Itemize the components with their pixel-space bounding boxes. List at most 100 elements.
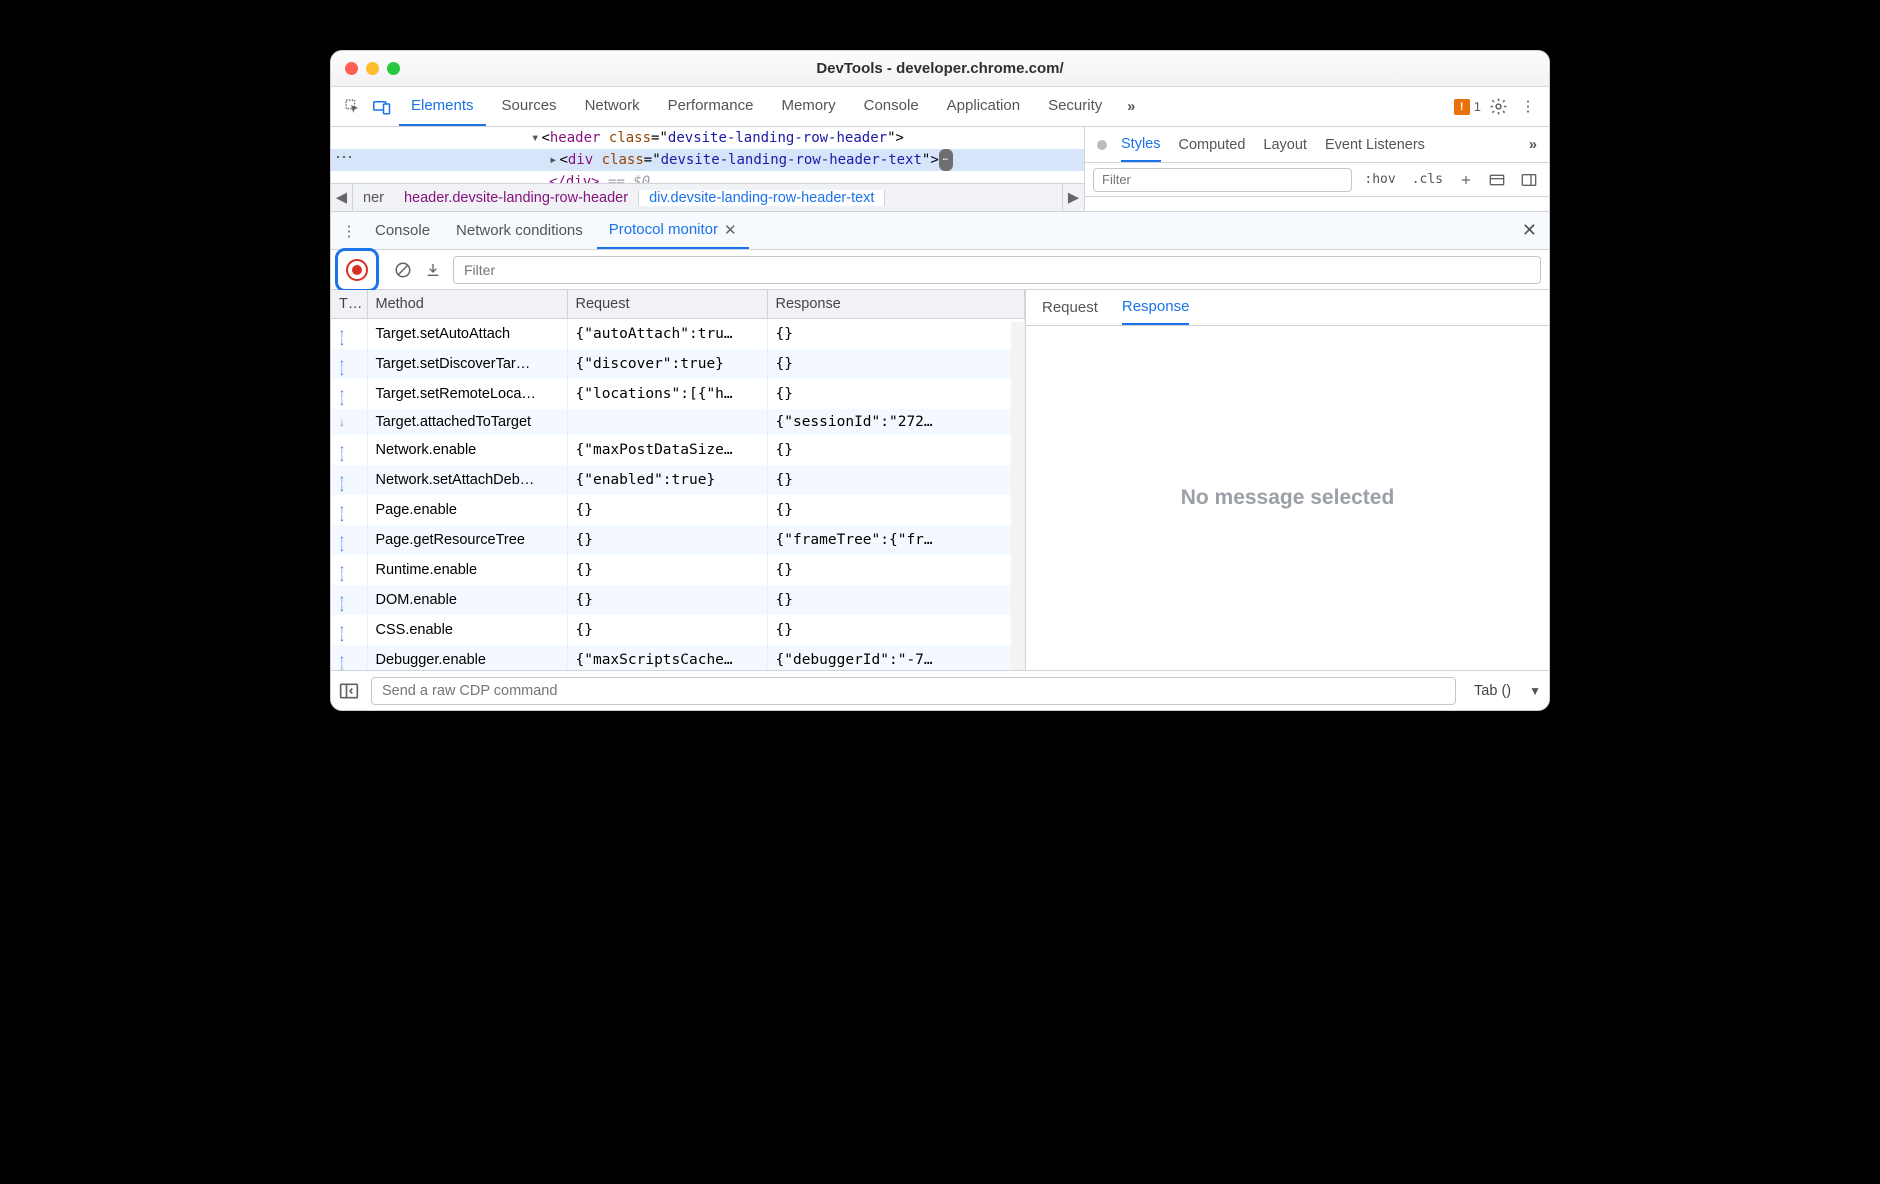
row-type: ↑↓ xyxy=(331,585,367,615)
collapse-icon[interactable]: ▾ xyxy=(531,130,539,146)
table-row[interactable]: ↑↓Debugger.enable{"maxScriptsCache…{"deb… xyxy=(331,645,1025,670)
breadcrumb-scroll-right[interactable]: ▶ xyxy=(1062,184,1084,211)
table-row[interactable]: ↑↓DOM.enable{}{} xyxy=(331,585,1025,615)
row-method: DOM.enable xyxy=(367,585,567,615)
warning-icon: ! xyxy=(1454,99,1470,115)
dom-node-selected[interactable]: ▸<div class="devsite-landing-row-header-… xyxy=(331,149,1084,171)
tab-console[interactable]: Console xyxy=(852,87,931,126)
detail-tab-request[interactable]: Request xyxy=(1042,290,1098,325)
row-method: CSS.enable xyxy=(367,615,567,645)
zoom-window-button[interactable] xyxy=(387,62,400,75)
drawer-tab-network-conditions[interactable]: Network conditions xyxy=(444,212,595,249)
breadcrumb: ◀ ner header.devsite-landing-row-header … xyxy=(331,183,1084,211)
row-method: Debugger.enable xyxy=(367,645,567,670)
table-row[interactable]: ↑↓Network.enable{"maxPostDataSize…{} xyxy=(331,435,1025,465)
table-row[interactable]: ↑↓Target.setRemoteLoca…{"locations":[{"h… xyxy=(331,379,1025,409)
close-drawer-icon[interactable]: ✕ xyxy=(1522,220,1537,241)
expand-icon[interactable]: ▸ xyxy=(549,152,557,168)
table-row[interactable]: ↑↓Runtime.enable{}{} xyxy=(331,555,1025,585)
tab-layout[interactable]: Layout xyxy=(1263,137,1307,153)
tab-application[interactable]: Application xyxy=(935,87,1032,126)
toggle-sidebar-icon[interactable] xyxy=(1517,171,1541,189)
table-row[interactable]: ↑↓Target.setAutoAttach{"autoAttach":tru…… xyxy=(331,319,1025,350)
row-type: ↑↓ xyxy=(331,525,367,555)
drawer-kebab-icon[interactable]: ⋮ xyxy=(337,222,361,240)
clear-button[interactable] xyxy=(393,260,413,280)
styles-toolbar: :hov .cls xyxy=(1085,163,1549,197)
col-response[interactable]: Response xyxy=(767,290,1025,319)
target-dropdown-icon[interactable]: ▼ xyxy=(1529,684,1541,698)
drawer-tab-console[interactable]: Console xyxy=(363,212,442,249)
drawer-tab-protocol-monitor[interactable]: Protocol monitor ✕ xyxy=(597,212,749,249)
kebab-menu-icon[interactable]: ⋮ xyxy=(1515,94,1541,120)
row-method: Runtime.enable xyxy=(367,555,567,585)
tab-event-listeners[interactable]: Event Listeners xyxy=(1325,137,1425,153)
protocol-table[interactable]: T… Method Request Response ↑↓Target.setA… xyxy=(331,290,1026,670)
hov-toggle[interactable]: :hov xyxy=(1360,170,1399,189)
more-tabs-icon[interactable]: » xyxy=(1118,94,1144,120)
col-method[interactable]: Method xyxy=(367,290,567,319)
tab-network[interactable]: Network xyxy=(573,87,652,126)
more-tabs-icon[interactable]: » xyxy=(1529,137,1537,153)
cls-toggle[interactable]: .cls xyxy=(1408,170,1447,189)
row-method: Target.setRemoteLoca… xyxy=(367,379,567,409)
row-request: {"autoAttach":tru… xyxy=(567,319,767,350)
computed-styles-icon[interactable] xyxy=(1485,171,1509,189)
window-title: DevTools - developer.chrome.com/ xyxy=(331,60,1549,77)
protocol-toolbar xyxy=(331,250,1549,290)
toggle-panel-icon[interactable] xyxy=(339,682,361,700)
row-response: {"sessionId":"272… xyxy=(767,409,1025,435)
row-method: Page.enable xyxy=(367,495,567,525)
table-row[interactable]: ↓Target.attachedToTarget{"sessionId":"27… xyxy=(331,409,1025,435)
breadcrumb-scroll-left[interactable]: ◀ xyxy=(331,184,353,211)
row-method: Page.getResourceTree xyxy=(367,525,567,555)
row-response: {"frameTree":{"fr… xyxy=(767,525,1025,555)
breadcrumb-seg-active[interactable]: div.devsite-landing-row-header-text xyxy=(638,190,885,206)
col-request[interactable]: Request xyxy=(567,290,767,319)
row-response: {} xyxy=(767,495,1025,525)
close-window-button[interactable] xyxy=(345,62,358,75)
minimize-window-button[interactable] xyxy=(366,62,379,75)
breadcrumb-seg[interactable]: ner xyxy=(353,190,394,206)
cdp-command-input[interactable] xyxy=(371,677,1456,705)
new-style-rule-icon[interactable] xyxy=(1455,171,1477,189)
dom-tree[interactable]: ⋯ ▾<header class="devsite-landing-row-he… xyxy=(331,127,1084,211)
settings-icon[interactable] xyxy=(1485,94,1511,120)
tab-computed[interactable]: Computed xyxy=(1179,137,1246,153)
table-row[interactable]: ↑↓Page.enable{}{} xyxy=(331,495,1025,525)
issues-counter[interactable]: ! 1 xyxy=(1454,99,1481,115)
tab-security[interactable]: Security xyxy=(1036,87,1114,126)
scrollbar[interactable] xyxy=(1011,322,1025,670)
styles-panel: Styles Computed Layout Event Listeners »… xyxy=(1084,127,1549,211)
row-type: ↑↓ xyxy=(331,379,367,409)
tab-performance[interactable]: Performance xyxy=(656,87,766,126)
styles-filter-input[interactable] xyxy=(1093,168,1352,192)
table-row[interactable]: ↑↓Target.setDiscoverTar…{"discover":true… xyxy=(331,349,1025,379)
col-type[interactable]: T… xyxy=(331,290,367,319)
protocol-filter-input[interactable] xyxy=(453,256,1541,284)
tab-memory[interactable]: Memory xyxy=(769,87,847,126)
table-row[interactable]: ↑↓CSS.enable{}{} xyxy=(331,615,1025,645)
device-toggle-icon[interactable] xyxy=(369,94,395,120)
dom-overflow-icon: ⋯ xyxy=(335,147,354,168)
ellipsis-icon[interactable]: ⋯ xyxy=(939,149,953,171)
tab-styles[interactable]: Styles xyxy=(1121,127,1161,162)
table-row[interactable]: ↑↓Page.getResourceTree{}{"frameTree":{"f… xyxy=(331,525,1025,555)
styles-tabs: Styles Computed Layout Event Listeners » xyxy=(1085,127,1549,163)
traffic-lights xyxy=(345,62,400,75)
detail-tab-response[interactable]: Response xyxy=(1122,290,1190,325)
row-method: Target.setDiscoverTar… xyxy=(367,349,567,379)
table-row[interactable]: ↑↓Network.setAttachDeb…{"enabled":true}{… xyxy=(331,465,1025,495)
arrows-updown-icon: ↑↓ xyxy=(339,535,345,551)
row-response: {} xyxy=(767,319,1025,350)
breadcrumb-seg[interactable]: header.devsite-landing-row-header xyxy=(394,190,638,206)
close-tab-icon[interactable]: ✕ xyxy=(724,221,737,239)
tab-elements[interactable]: Elements xyxy=(399,87,486,126)
dom-node[interactable]: ▾<header class="devsite-landing-row-head… xyxy=(331,127,1084,149)
save-button[interactable] xyxy=(423,260,443,280)
inspect-icon[interactable] xyxy=(339,94,365,120)
target-selector[interactable]: Tab () xyxy=(1474,683,1511,699)
record-button[interactable] xyxy=(346,259,368,281)
tab-sources[interactable]: Sources xyxy=(490,87,569,126)
row-request: {} xyxy=(567,615,767,645)
